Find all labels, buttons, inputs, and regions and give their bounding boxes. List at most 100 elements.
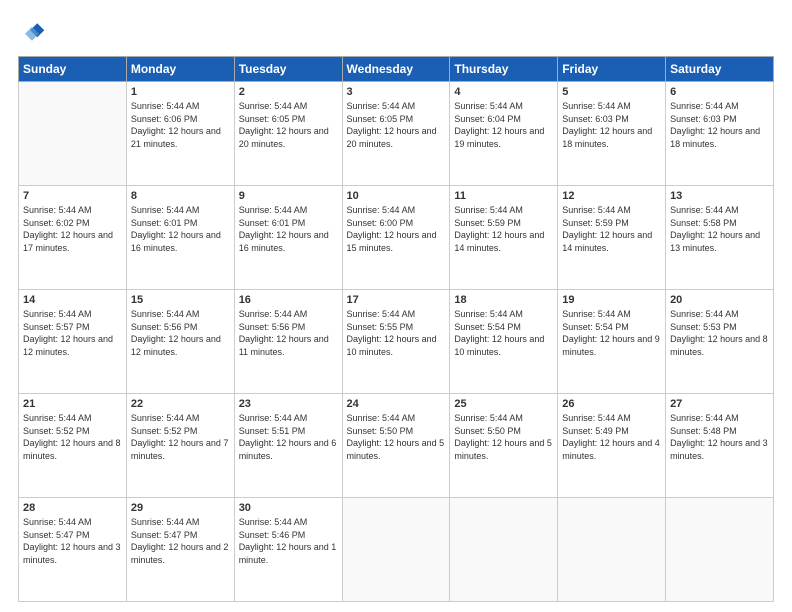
calendar-cell: 15 Sunrise: 5:44 AMSunset: 5:56 PMDayligh… [126,290,234,394]
weekday-monday: Monday [126,57,234,82]
calendar-cell: 7Sunrise: 5:44 AMSunset: 6:02 PMDaylight… [19,186,127,290]
calendar-cell: 2 Sunrise: 5:44 AMSunset: 6:05 PMDaylight… [234,82,342,186]
cell-info: Sunrise: 5:44 AMSunset: 6:01 PMDaylight:… [131,204,230,254]
cell-info: Sunrise: 5:44 AMSunset: 5:50 PMDaylight:… [454,412,553,462]
weekday-friday: Friday [558,57,666,82]
cell-info: Sunrise: 5:44 AMSunset: 6:06 PMDaylight:… [131,100,230,150]
cell-info: Sunrise: 5:44 AMSunset: 6:03 PMDaylight:… [670,100,769,150]
day-number: 28 [23,502,122,514]
cell-info: Sunrise: 5:44 AMSunset: 5:52 PMDaylight:… [131,412,230,462]
day-number: 14 [23,294,122,306]
cell-info: Sunrise: 5:44 AMSunset: 5:47 PMDaylight:… [131,516,230,566]
cell-info: Sunrise: 5:44 AMSunset: 6:05 PMDaylight:… [239,100,338,150]
day-number: 10 [347,190,446,202]
day-number: 22 [131,398,230,410]
weekday-sunday: Sunday [19,57,127,82]
header [18,18,774,46]
day-number: 6 [670,86,769,98]
calendar-cell: 21Sunrise: 5:44 AMSunset: 5:52 PMDayligh… [19,394,127,498]
calendar-cell: 9 Sunrise: 5:44 AMSunset: 6:01 PMDaylight… [234,186,342,290]
cell-info: Sunrise: 5:44 AMSunset: 5:46 PMDaylight:… [239,516,338,566]
cell-info: Sunrise: 5:44 AMSunset: 5:59 PMDaylight:… [454,204,553,254]
calendar-cell: 28 Sunrise: 5:44 AMSunset: 5:47 PMDayligh… [19,498,127,602]
cell-info: Sunrise: 5:44 AMSunset: 5:48 PMDaylight:… [670,412,769,462]
calendar-cell: 20Sunrise: 5:44 AMSunset: 5:53 PMDayligh… [666,290,774,394]
calendar-cell: 10 Sunrise: 5:44 AMSunset: 6:00 PMDayligh… [342,186,450,290]
cell-info: Sunrise: 5:44 AMSunset: 5:59 PMDaylight:… [562,204,661,254]
day-number: 16 [239,294,338,306]
cell-info: Sunrise: 5:44 AMSunset: 5:52 PMDaylight:… [23,412,122,462]
calendar-cell: 12 Sunrise: 5:44 AMSunset: 5:59 PMDayligh… [558,186,666,290]
day-number: 9 [239,190,338,202]
cell-info: Sunrise: 5:44 AMSunset: 5:49 PMDaylight:… [562,412,661,462]
cell-info: Sunrise: 5:44 AMSunset: 5:56 PMDaylight:… [239,308,338,358]
day-number: 3 [347,86,446,98]
day-number: 13 [670,190,769,202]
week-row-2: 7Sunrise: 5:44 AMSunset: 6:02 PMDaylight… [19,186,774,290]
day-number: 26 [562,398,661,410]
calendar-cell: 17 Sunrise: 5:44 AMSunset: 5:55 PMDayligh… [342,290,450,394]
cell-info: Sunrise: 5:44 AMSunset: 5:54 PMDaylight:… [454,308,553,358]
calendar-cell: 6 Sunrise: 5:44 AMSunset: 6:03 PMDaylight… [666,82,774,186]
calendar-cell: 14Sunrise: 5:44 AMSunset: 5:57 PMDayligh… [19,290,127,394]
day-number: 1 [131,86,230,98]
cell-info: Sunrise: 5:44 AMSunset: 5:54 PMDaylight:… [562,308,661,358]
calendar-cell: 4Sunrise: 5:44 AMSunset: 6:04 PMDaylight… [450,82,558,186]
day-number: 23 [239,398,338,410]
calendar-cell: 23 Sunrise: 5:44 AMSunset: 5:51 PMDayligh… [234,394,342,498]
day-number: 17 [347,294,446,306]
calendar-cell: 22 Sunrise: 5:44 AMSunset: 5:52 PMDayligh… [126,394,234,498]
weekday-thursday: Thursday [450,57,558,82]
calendar-cell: 16 Sunrise: 5:44 AMSunset: 5:56 PMDayligh… [234,290,342,394]
calendar-cell: 13 Sunrise: 5:44 AMSunset: 5:58 PMDayligh… [666,186,774,290]
calendar-cell [666,498,774,602]
calendar-cell [558,498,666,602]
cell-info: Sunrise: 5:44 AMSunset: 6:03 PMDaylight:… [562,100,661,150]
day-number: 24 [347,398,446,410]
cell-info: Sunrise: 5:44 AMSunset: 6:04 PMDaylight:… [454,100,553,150]
cell-info: Sunrise: 5:44 AMSunset: 5:55 PMDaylight:… [347,308,446,358]
day-number: 25 [454,398,553,410]
day-number: 2 [239,86,338,98]
cell-info: Sunrise: 5:44 AMSunset: 5:58 PMDaylight:… [670,204,769,254]
day-number: 27 [670,398,769,410]
calendar-cell: 3Sunrise: 5:44 AMSunset: 6:05 PMDaylight… [342,82,450,186]
cell-info: Sunrise: 5:44 AMSunset: 5:51 PMDaylight:… [239,412,338,462]
calendar-cell [342,498,450,602]
day-number: 12 [562,190,661,202]
cell-info: Sunrise: 5:44 AMSunset: 5:47 PMDaylight:… [23,516,122,566]
day-number: 15 [131,294,230,306]
weekday-header-row: SundayMondayTuesdayWednesdayThursdayFrid… [19,57,774,82]
calendar-cell: 27 Sunrise: 5:44 AMSunset: 5:48 PMDayligh… [666,394,774,498]
calendar-cell: 25 Sunrise: 5:44 AMSunset: 5:50 PMDayligh… [450,394,558,498]
day-number: 29 [131,502,230,514]
calendar-cell: 5 Sunrise: 5:44 AMSunset: 6:03 PMDaylight… [558,82,666,186]
calendar-cell [19,82,127,186]
cell-info: Sunrise: 5:44 AMSunset: 6:00 PMDaylight:… [347,204,446,254]
weekday-wednesday: Wednesday [342,57,450,82]
week-row-4: 21Sunrise: 5:44 AMSunset: 5:52 PMDayligh… [19,394,774,498]
day-number: 20 [670,294,769,306]
logo [18,18,50,46]
day-number: 18 [454,294,553,306]
calendar-cell: 11 Sunrise: 5:44 AMSunset: 5:59 PMDayligh… [450,186,558,290]
calendar-cell: 26 Sunrise: 5:44 AMSunset: 5:49 PMDayligh… [558,394,666,498]
weekday-tuesday: Tuesday [234,57,342,82]
day-number: 19 [562,294,661,306]
week-row-5: 28 Sunrise: 5:44 AMSunset: 5:47 PMDayligh… [19,498,774,602]
calendar-cell: 18 Sunrise: 5:44 AMSunset: 5:54 PMDayligh… [450,290,558,394]
calendar-table: SundayMondayTuesdayWednesdayThursdayFrid… [18,56,774,602]
weekday-saturday: Saturday [666,57,774,82]
day-number: 11 [454,190,553,202]
cell-info: Sunrise: 5:44 AMSunset: 6:01 PMDaylight:… [239,204,338,254]
cell-info: Sunrise: 5:44 AMSunset: 6:02 PMDaylight:… [23,204,122,254]
week-row-3: 14Sunrise: 5:44 AMSunset: 5:57 PMDayligh… [19,290,774,394]
calendar-cell: 30Sunrise: 5:44 AMSunset: 5:46 PMDayligh… [234,498,342,602]
cell-info: Sunrise: 5:44 AMSunset: 5:56 PMDaylight:… [131,308,230,358]
week-row-1: 1 Sunrise: 5:44 AMSunset: 6:06 PMDaylight… [19,82,774,186]
logo-icon [18,18,46,46]
calendar-cell: 29 Sunrise: 5:44 AMSunset: 5:47 PMDayligh… [126,498,234,602]
calendar-cell: 24Sunrise: 5:44 AMSunset: 5:50 PMDayligh… [342,394,450,498]
day-number: 5 [562,86,661,98]
calendar-cell: 1 Sunrise: 5:44 AMSunset: 6:06 PMDaylight… [126,82,234,186]
